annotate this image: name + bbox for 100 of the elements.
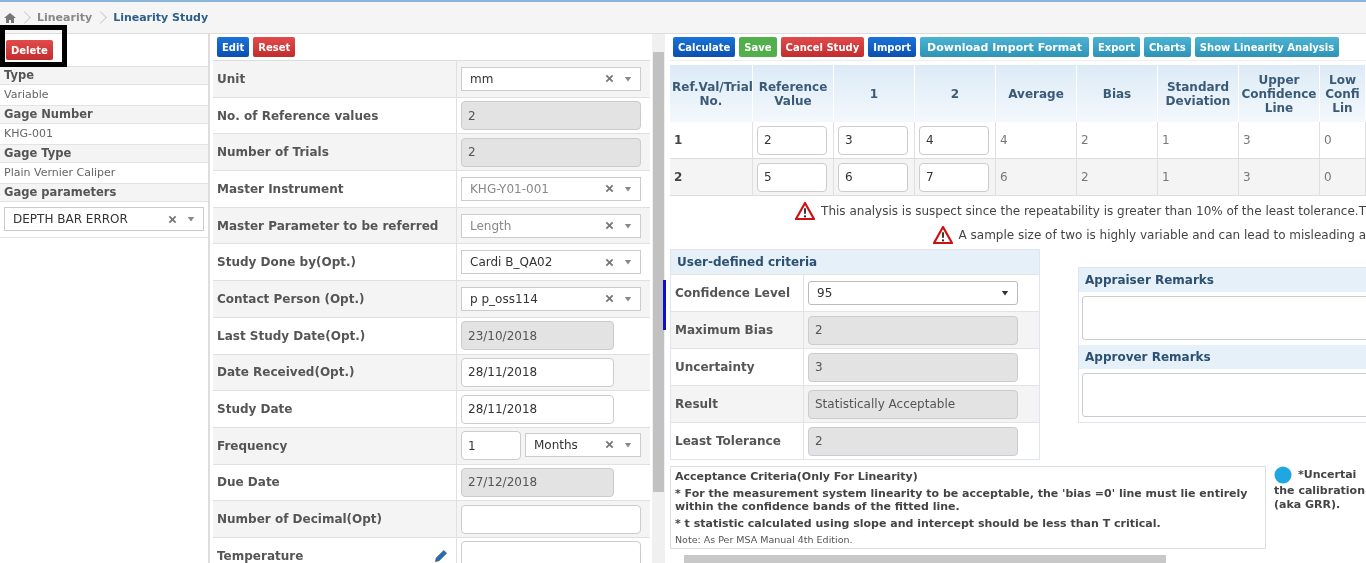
select-field[interactable]: Months — [525, 432, 641, 457]
field-label: Contact Person (Opt.) — [217, 291, 365, 306]
clear-icon[interactable] — [605, 294, 614, 304]
field-label: Due Date — [217, 475, 280, 490]
input-field[interactable]: Statistically Acceptable — [808, 389, 1018, 419]
input-field[interactable]: 1 — [461, 431, 521, 461]
select-field: KHG-Y01-001 — [461, 176, 641, 201]
info-text: (aka GRR). — [1274, 498, 1341, 512]
field-label: Study Date — [217, 402, 293, 417]
field-label: Last Study Date(Opt.) — [217, 328, 366, 343]
clear-icon[interactable] — [605, 257, 614, 267]
breadcrumb-link[interactable]: Linearity Study — [113, 11, 209, 24]
warning-text: A sample size of two is highly variable and can lead to misleading a — [958, 228, 1366, 242]
field-label: Unit — [217, 71, 246, 86]
warning-icon — [932, 226, 953, 244]
select-field: Length — [461, 213, 641, 238]
criteria-title: Acceptance Criteria(Only For Linearity) — [675, 470, 919, 483]
field-label: Master Instrument — [217, 181, 344, 196]
clear-icon[interactable] — [605, 440, 614, 450]
select-field[interactable]: Cardi B_QA02 — [461, 250, 641, 275]
table-cell: 1 — [1157, 122, 1239, 159]
select-field[interactable]: 95 — [808, 281, 1018, 305]
input-field[interactable]: 3 — [838, 125, 908, 155]
input-field[interactable]: 28/11/2018 — [461, 357, 614, 387]
input-field[interactable] — [461, 541, 641, 563]
column-header: Low Confi Lin — [1319, 65, 1366, 122]
panel-title: User-defined criteria — [671, 250, 1039, 274]
warning-icon — [795, 202, 816, 220]
input-field[interactable]: 3 — [808, 352, 1018, 382]
table-cell: 2 — [1076, 122, 1158, 159]
input-field[interactable]: 6 — [838, 162, 908, 192]
pencil-icon[interactable] — [434, 548, 448, 563]
scrollbar[interactable] — [684, 555, 1166, 563]
info-icon — [1274, 466, 1292, 484]
table-cell: 1 — [1157, 158, 1239, 196]
input-field[interactable]: 2 — [808, 426, 1018, 456]
scrollbar[interactable] — [652, 34, 665, 563]
clear-icon[interactable] — [605, 74, 614, 84]
table-cell: 3 — [1238, 158, 1320, 196]
criteria-text: * t statistic calculated using slope and intercept should be less than T critical. — [675, 517, 1162, 530]
table-cell: 3 — [1238, 122, 1320, 159]
field-label: Gage Type — [0, 145, 208, 163]
field-label: Study Done by(Opt.) — [217, 255, 357, 270]
field-label: Temperature — [217, 548, 304, 563]
breadcrumb-link[interactable]: Linearity — [37, 11, 93, 24]
table-cell: 0 — [1319, 122, 1366, 159]
field-label: Gage Number — [0, 106, 208, 124]
field-label: Least Tolerance — [671, 423, 804, 459]
table-cell: 2 — [1076, 158, 1158, 196]
field-label: Frequency — [217, 438, 288, 453]
field-label: Type — [0, 67, 208, 85]
button[interactable]: Reset — [253, 37, 296, 57]
select-field[interactable]: p p_oss114 — [461, 286, 641, 311]
remarks-field[interactable] — [1082, 296, 1366, 340]
table-cell: 4 — [995, 122, 1077, 159]
button[interactable]: Cancel Study — [780, 37, 865, 57]
button[interactable]: Calculate — [673, 37, 736, 57]
table-cell: 6 — [995, 158, 1077, 196]
field-label: Result — [671, 386, 804, 422]
input-field[interactable]: 4 — [919, 125, 989, 155]
clear-icon[interactable] — [168, 214, 177, 224]
input-field[interactable]: 7 — [919, 162, 989, 192]
column-header: 1 — [833, 65, 915, 122]
highlight-frame — [0, 25, 67, 67]
column-header: 2 — [914, 65, 996, 122]
column-header: Upper Confidence Line — [1238, 65, 1320, 122]
input-field[interactable]: 5 — [757, 162, 827, 192]
field-label: No. of Reference values — [217, 108, 379, 123]
select-field[interactable]: DEPTH BAR ERROR — [4, 207, 204, 231]
button[interactable]: Import — [868, 37, 917, 57]
column-header: Reference Value — [752, 65, 834, 122]
column-header: Average — [995, 65, 1077, 122]
table-cell: 0 — [1319, 158, 1366, 196]
field-label: Maximum Bias — [671, 312, 804, 348]
button[interactable]: Delete — [6, 40, 53, 60]
note-text: Note: As Per MSA Manual 4th Edition. — [675, 534, 854, 545]
info-text: the calibration — [1274, 484, 1365, 498]
column-header: Standard Deviation — [1157, 65, 1239, 122]
field-label: Gage parameters — [0, 184, 208, 202]
focus-indicator — [663, 280, 666, 330]
home-icon[interactable] — [4, 12, 16, 23]
panel-title: Approver Remarks — [1079, 345, 1366, 369]
column-header: Ref.Val/Trial No. — [670, 65, 753, 122]
caret-icon[interactable] — [1001, 289, 1009, 297]
input-field[interactable] — [461, 504, 641, 534]
column-header: Bias — [1076, 65, 1158, 122]
input-field[interactable]: 28/11/2018 — [461, 394, 614, 424]
input-field[interactable]: 2 — [808, 315, 1018, 345]
info-text: *Uncertai — [1298, 468, 1357, 482]
field-label: Master Parameter to be referred — [217, 218, 439, 233]
warning-text: This analysis is suspect since the repeatability is greater than 10% of the least tolerance.T — [821, 204, 1366, 218]
field-label: Number of Decimal(Opt) — [217, 512, 383, 527]
field-label: Number of Trials — [217, 145, 329, 160]
table-cell: 1 — [670, 122, 753, 159]
panel-title: Appraiser Remarks — [1079, 268, 1366, 292]
remarks-field[interactable] — [1082, 373, 1366, 417]
table-cell: 2 — [670, 158, 753, 196]
input-field[interactable]: 2 — [757, 125, 827, 155]
select-field[interactable]: mm — [461, 66, 641, 91]
button[interactable]: Edit — [217, 37, 250, 57]
